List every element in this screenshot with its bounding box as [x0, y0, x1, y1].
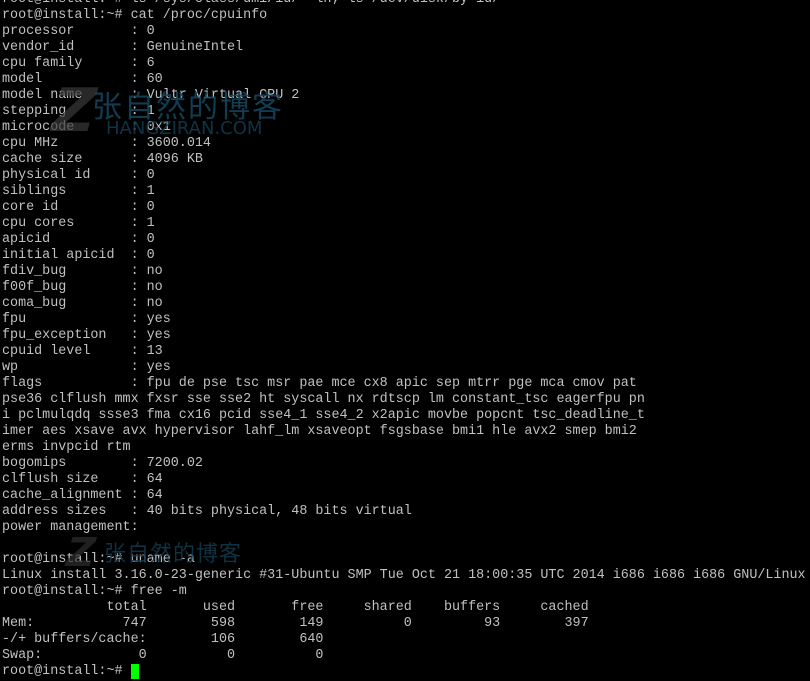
- terminal-line: root@install:~# uname -a: [2, 552, 195, 567]
- terminal-line: model : 60: [2, 72, 163, 87]
- terminal-line: microcode : 0x1: [2, 120, 171, 135]
- terminal-line: processor : 0: [2, 24, 155, 39]
- terminal-line: Swap: 0 0 0: [2, 648, 324, 663]
- terminal-line: cache_alignment : 64: [2, 488, 163, 503]
- terminal-line: power management:: [2, 520, 139, 535]
- terminal-line: address sizes : 40 bits physical, 48 bit…: [2, 504, 412, 519]
- terminal-line: f00f_bug : no: [2, 280, 163, 295]
- terminal-line: physical id : 0: [2, 168, 155, 183]
- prompt-text: root@install:~#: [2, 664, 131, 679]
- terminal-line: root@install:~# free -m: [2, 584, 187, 599]
- terminal-line: pse36 clflush mmx fxsr sse sse2 ht sysca…: [2, 392, 645, 407]
- terminal-line: fdiv_bug : no: [2, 264, 163, 279]
- terminal-line: initial apicid : 0: [2, 248, 155, 263]
- terminal-line: root@install:~# ls /sys/class/dmi/id/ -l…: [2, 0, 810, 8]
- terminal-line: model name : Vultr Virtual CPU 2: [2, 88, 300, 103]
- terminal-line: cpu family : 6: [2, 56, 155, 71]
- terminal-prompt-line[interactable]: root@install:~#: [2, 664, 810, 680]
- terminal-line: cpu MHz : 3600.014: [2, 136, 211, 151]
- terminal-line: cache size : 4096 KB: [2, 152, 203, 167]
- terminal-line: vendor_id : GenuineIntel: [2, 40, 244, 55]
- terminal-line: flags : fpu de pse tsc msr pae mce cx8 a…: [2, 376, 637, 391]
- text-cursor: [130, 664, 139, 679]
- terminal-line: imer aes xsave avx hypervisor lahf_lm xs…: [2, 424, 637, 439]
- terminal-line: -/+ buffers/cache: 106 640: [2, 632, 324, 647]
- terminal-line: i pclmulqdq ssse3 fma cx16 pcid sse4_1 s…: [2, 408, 645, 423]
- terminal-line: coma_bug : no: [2, 296, 163, 311]
- terminal-line: total used free shared buffers cached: [2, 600, 589, 615]
- terminal-line: fpu : yes: [2, 312, 171, 327]
- terminal-output: root@install:~# ls /sys/class/dmi/id/ -l…: [2, 0, 810, 664]
- terminal-line: Linux install 3.16.0-23-generic #31-Ubun…: [2, 568, 806, 583]
- terminal-line: fpu_exception : yes: [2, 328, 171, 343]
- terminal-line: cpu cores : 1: [2, 216, 155, 231]
- terminal-line: apicid : 0: [2, 232, 155, 247]
- terminal-line: bogomips : 7200.02: [2, 456, 203, 471]
- terminal-line: root@install:~# cat /proc/cpuinfo: [2, 8, 268, 23]
- terminal-window[interactable]: root@install:~# ls /sys/class/dmi/id/ -l…: [0, 0, 810, 681]
- terminal-line: stepping : 1: [2, 104, 155, 119]
- terminal-line: core id : 0: [2, 200, 155, 215]
- terminal-line: clflush size : 64: [2, 472, 163, 487]
- terminal-line: cpuid level : 13: [2, 344, 163, 359]
- terminal-line: siblings : 1: [2, 184, 155, 199]
- terminal-line: erms invpcid rtm: [2, 440, 131, 455]
- terminal-line: Mem: 747 598 149 0 93 397: [2, 616, 589, 631]
- terminal-line: wp : yes: [2, 360, 171, 375]
